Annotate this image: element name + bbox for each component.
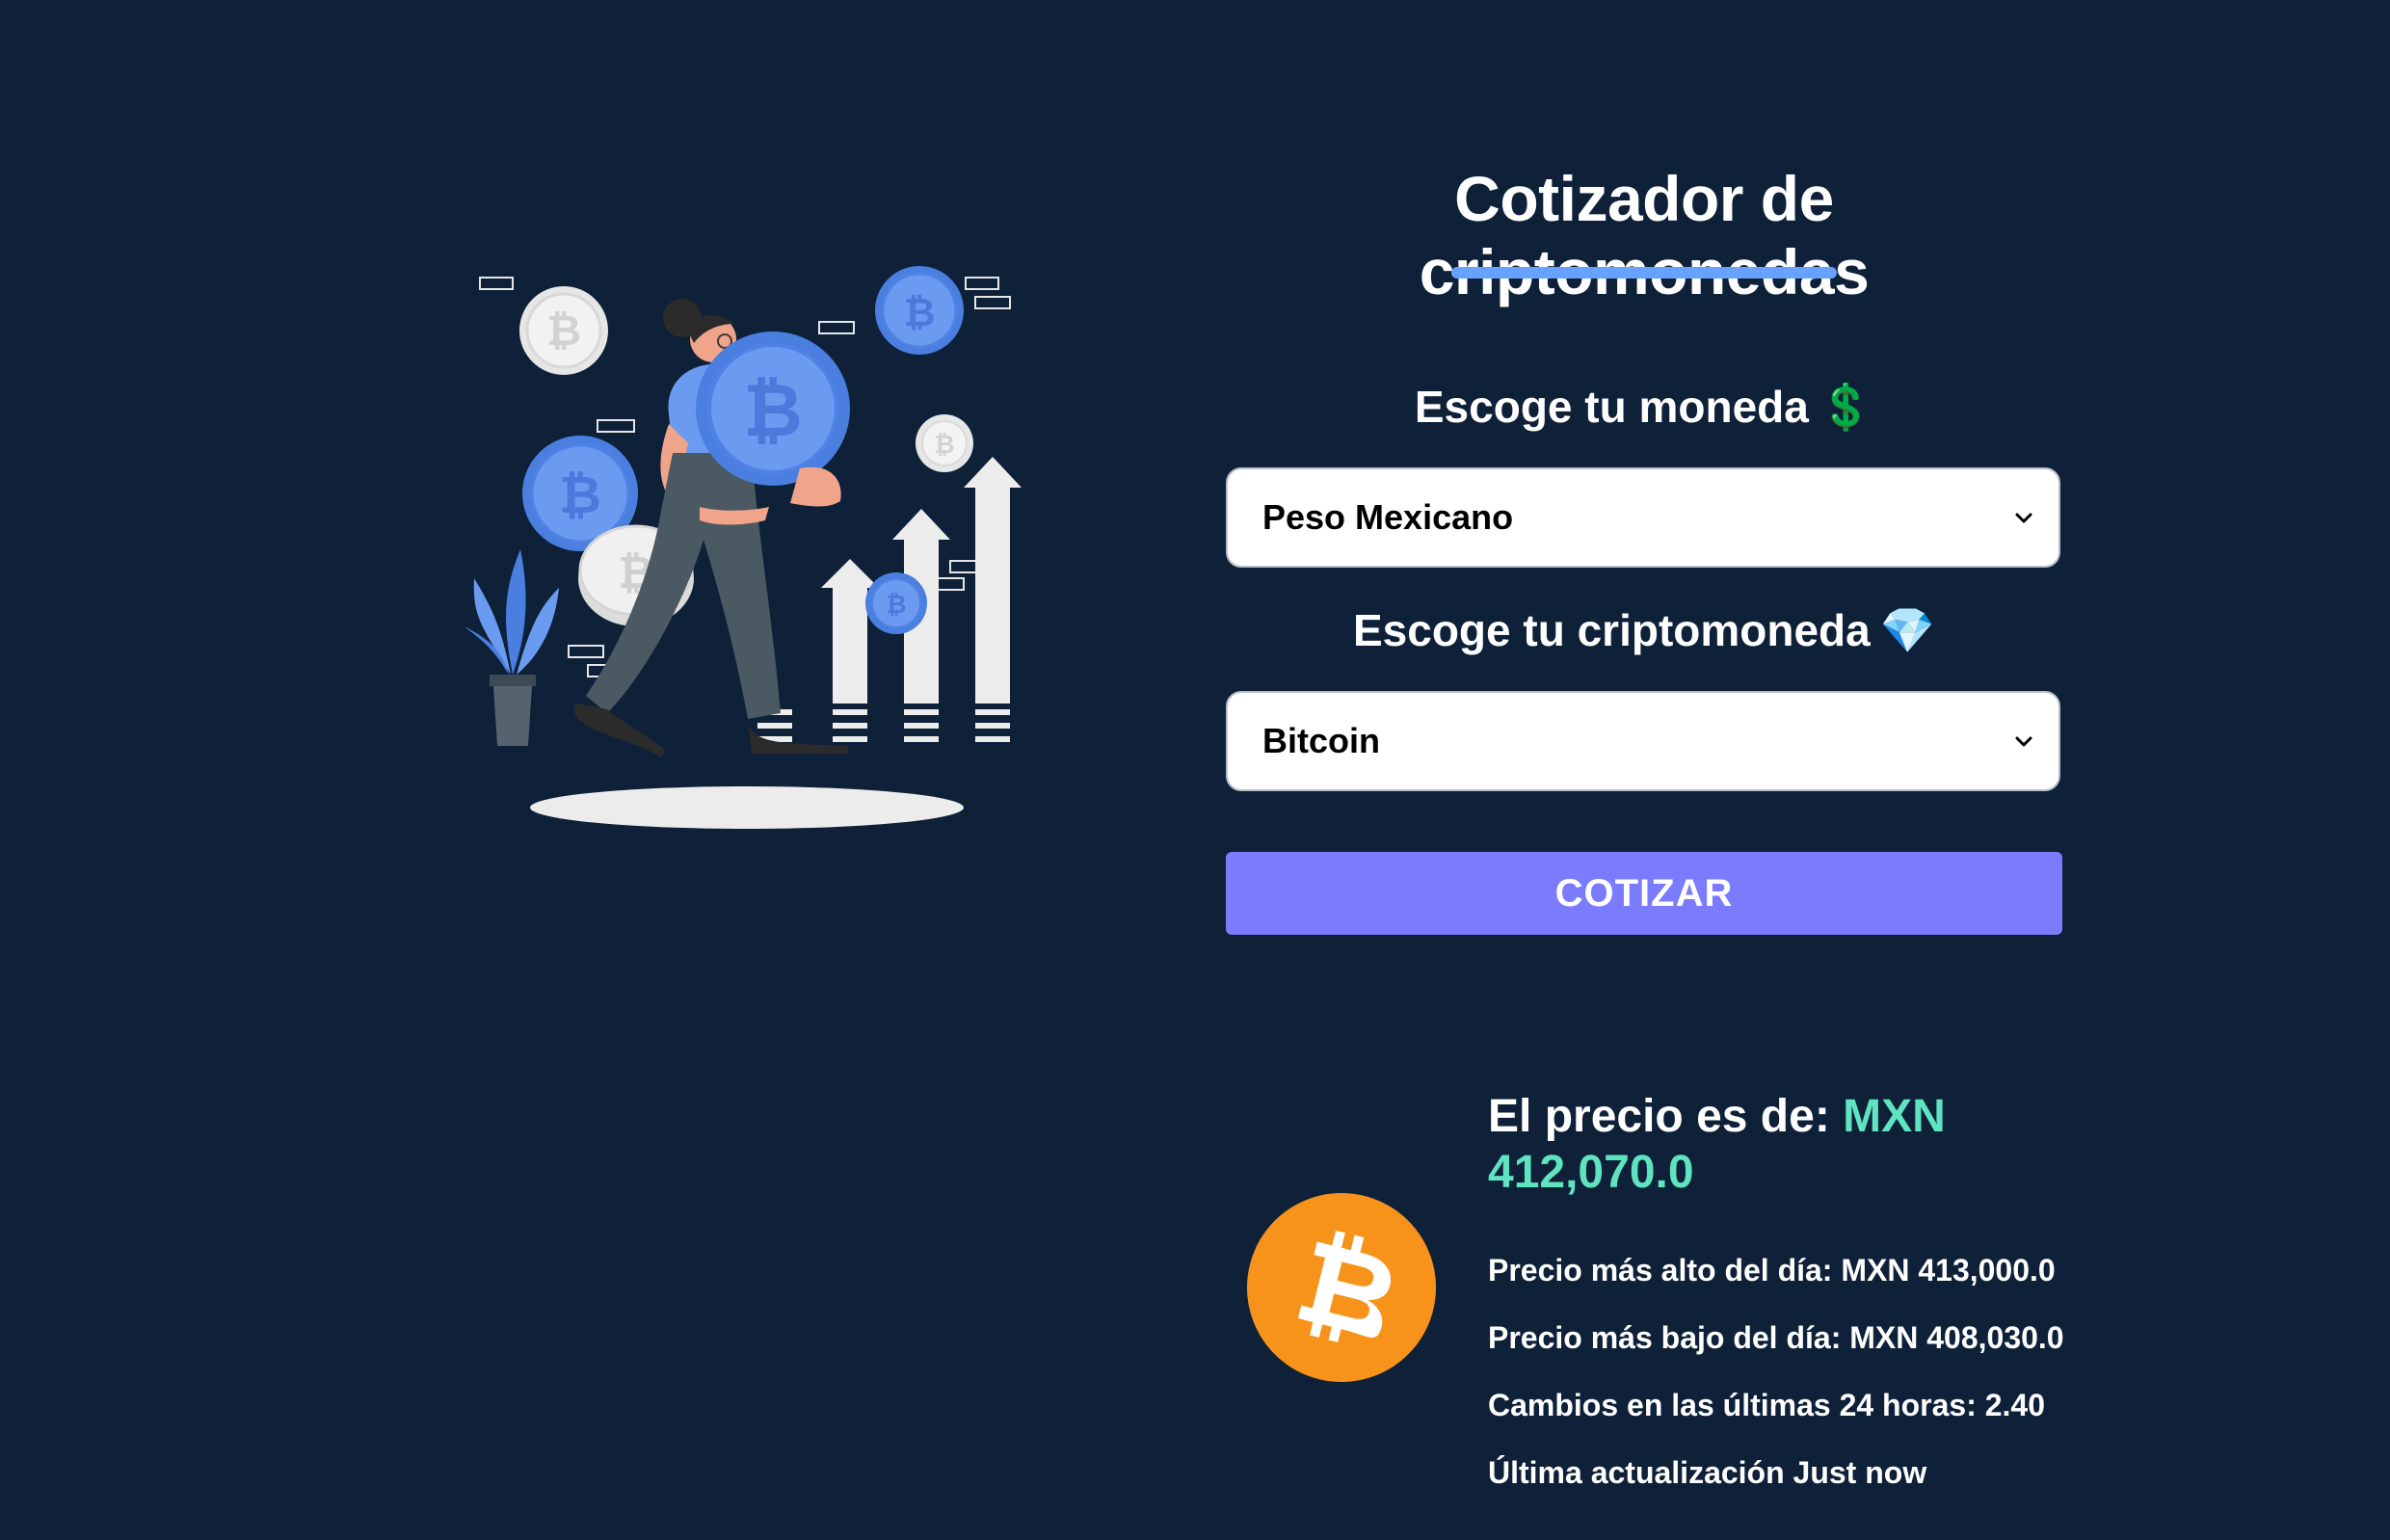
- crypto-label: Escoge tu criptomoneda 💎: [1226, 604, 2062, 657]
- change-24h: Cambios en las últimas 24 horas: 2.40: [1488, 1388, 2046, 1422]
- crypto-select-value: Bitcoin: [1262, 721, 1380, 760]
- svg-text:₿: ₿: [546, 306, 581, 356]
- cotizar-button[interactable]: COTIZAR: [1226, 852, 2062, 935]
- currency-label: Escoge tu moneda 💲: [1226, 381, 2062, 434]
- currency-select-value: Peso Mexicano: [1262, 497, 1514, 537]
- svg-text:₿: ₿: [934, 431, 954, 460]
- daily-low: Precio más bajo del día: MXN 408,030.0: [1488, 1320, 2064, 1355]
- svg-text:₿: ₿: [886, 591, 906, 620]
- svg-text:₿: ₿: [743, 367, 803, 453]
- chevron-down-icon: [2015, 513, 2032, 523]
- crypto-investor-illustration: ₿ ₿ ₿ ₿ ₿ ₿ ₿: [463, 260, 1041, 838]
- daily-high: Precio más alto del día: MXN 413,000.0: [1488, 1253, 2056, 1288]
- price-heading: El precio es de: MXN 412,070.0: [1488, 1089, 2085, 1201]
- diamond-icon: 💎: [1879, 605, 1936, 655]
- crypto-select[interactable]: Bitcoin: [1226, 691, 2060, 791]
- currency-select[interactable]: Peso Mexicano: [1226, 467, 2060, 568]
- title-underline: [1451, 267, 1837, 279]
- svg-text:₿: ₿: [559, 465, 601, 525]
- currency-label-text: Escoge tu moneda: [1414, 382, 1809, 432]
- svg-text:₿: ₿: [904, 291, 936, 335]
- bitcoin-icon: [1247, 1193, 1436, 1382]
- crypto-quoter-page: ₿ ₿ ₿ ₿ ₿ ₿ ₿ Cotizador de criptomonedas…: [0, 0, 2390, 1540]
- crypto-label-text: Escoge tu criptomoneda: [1352, 605, 1871, 655]
- dollar-icon: 💲: [1818, 382, 1874, 432]
- chevron-down-icon: [2015, 736, 2032, 747]
- page-title: Cotizador de criptomonedas: [1419, 163, 1870, 307]
- last-updated: Última actualización Just now: [1488, 1455, 1927, 1490]
- price-prefix: El precio es de:: [1488, 1091, 1844, 1142]
